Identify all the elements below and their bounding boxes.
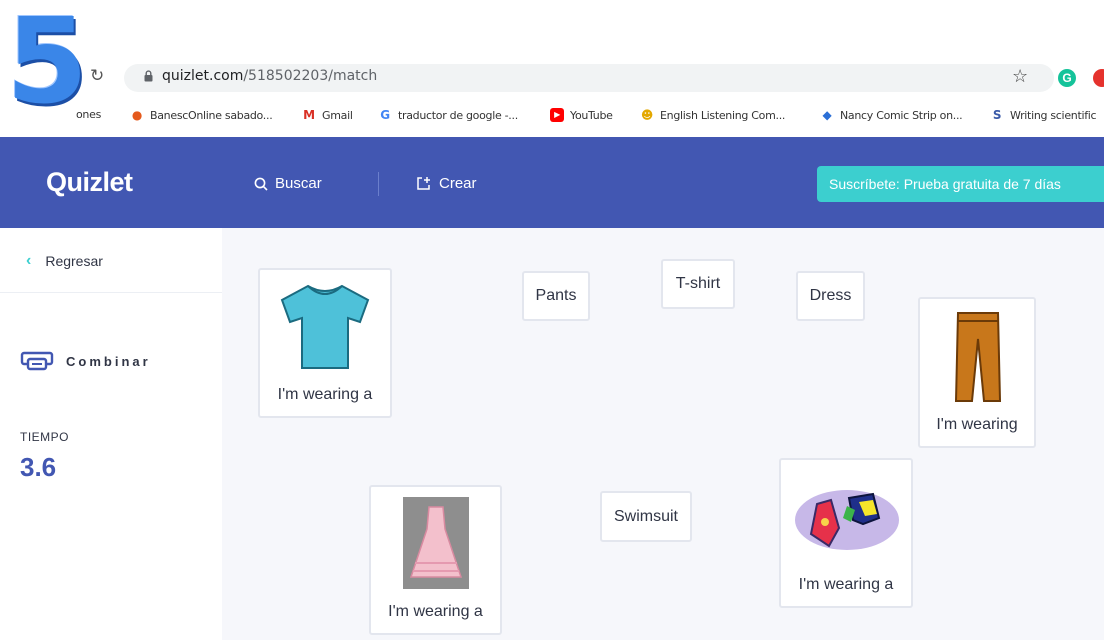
sidebar-divider	[0, 292, 222, 293]
bookmark-item[interactable]: ◆ Nancy Comic Strip on...	[820, 108, 963, 122]
time-label: TIEMPO	[20, 430, 70, 444]
mode-label: Combinar	[66, 353, 151, 369]
youtube-icon: ▶	[550, 108, 564, 122]
match-tile-tshirt-image[interactable]: I'm wearing a	[258, 268, 392, 418]
tile-caption: I'm wearing a	[388, 603, 483, 620]
match-tile-tshirt[interactable]: T-shirt	[661, 259, 735, 309]
chevron-left-icon: ‹	[26, 252, 32, 269]
search-icon	[254, 177, 268, 191]
match-tile-dress-image[interactable]: I'm wearing a	[369, 485, 502, 635]
tile-caption: I'm wearing a	[798, 576, 894, 593]
create-button[interactable]: Crear	[416, 175, 477, 192]
bookmark-item[interactable]: ● BanescOnline sabado...	[130, 108, 273, 122]
create-label: Crear	[439, 175, 477, 192]
back-label: Regresar	[45, 253, 103, 269]
bookmark-item[interactable]: ☻ English Listening Com...	[640, 108, 786, 122]
gmail-icon: M	[303, 108, 315, 122]
smiley-icon: ☻	[640, 108, 654, 122]
url-text[interactable]: quizlet.com/518502203/match	[162, 68, 377, 84]
banesco-icon: ●	[131, 108, 143, 122]
back-button[interactable]: ‹ Regresar	[26, 252, 103, 270]
subscribe-button[interactable]: Suscríbete: Prueba gratuita de 7 días	[817, 166, 1104, 202]
bookmark-item[interactable]: S Writing scientific	[990, 108, 1097, 122]
header-divider	[378, 172, 379, 196]
lock-icon	[144, 70, 153, 82]
swimsuit-image	[795, 490, 899, 550]
dress-image	[403, 497, 469, 589]
bookmark-item[interactable]: M Gmail	[302, 108, 353, 122]
shield-icon: ◆	[822, 108, 832, 122]
tile-caption: I'm wearing	[936, 416, 1018, 433]
match-tile-pants[interactable]: Pants	[522, 271, 590, 321]
match-tile-dress[interactable]: Dress	[796, 271, 865, 321]
bookmark-item[interactable]: Gtraductor de google -...	[378, 108, 518, 122]
quizlet-logo[interactable]: Quizlet	[46, 167, 133, 198]
match-mode-icon	[20, 351, 54, 371]
match-tile-swimsuit[interactable]: Swimsuit	[600, 491, 692, 542]
bookmark-star-icon[interactable]: ☆	[1012, 66, 1028, 87]
mode-indicator: Combinar	[20, 350, 151, 372]
match-tile-swimsuit-image[interactable]: I'm wearing a	[779, 458, 913, 608]
tshirt-image	[280, 284, 370, 369]
bookmark-item[interactable]: ones	[76, 108, 101, 121]
bookmark-item[interactable]: ▶ YouTube	[550, 108, 613, 122]
reload-icon[interactable]: ↻	[90, 66, 104, 86]
link-icon: S	[992, 108, 1002, 122]
match-tile-pants-image[interactable]: I'm wearing	[918, 297, 1036, 448]
overlay-number: 5	[6, 0, 88, 130]
time-value: 3.6	[20, 452, 57, 482]
search-button[interactable]: Buscar	[254, 175, 322, 192]
create-icon	[417, 177, 430, 190]
google-icon: G	[380, 108, 390, 122]
extension-red-icon[interactable]	[1093, 69, 1104, 87]
grammarly-extension-icon[interactable]: G	[1058, 69, 1076, 87]
search-label: Buscar	[275, 175, 322, 192]
tile-caption: I'm wearing a	[277, 386, 373, 403]
pants-image	[954, 312, 1002, 402]
